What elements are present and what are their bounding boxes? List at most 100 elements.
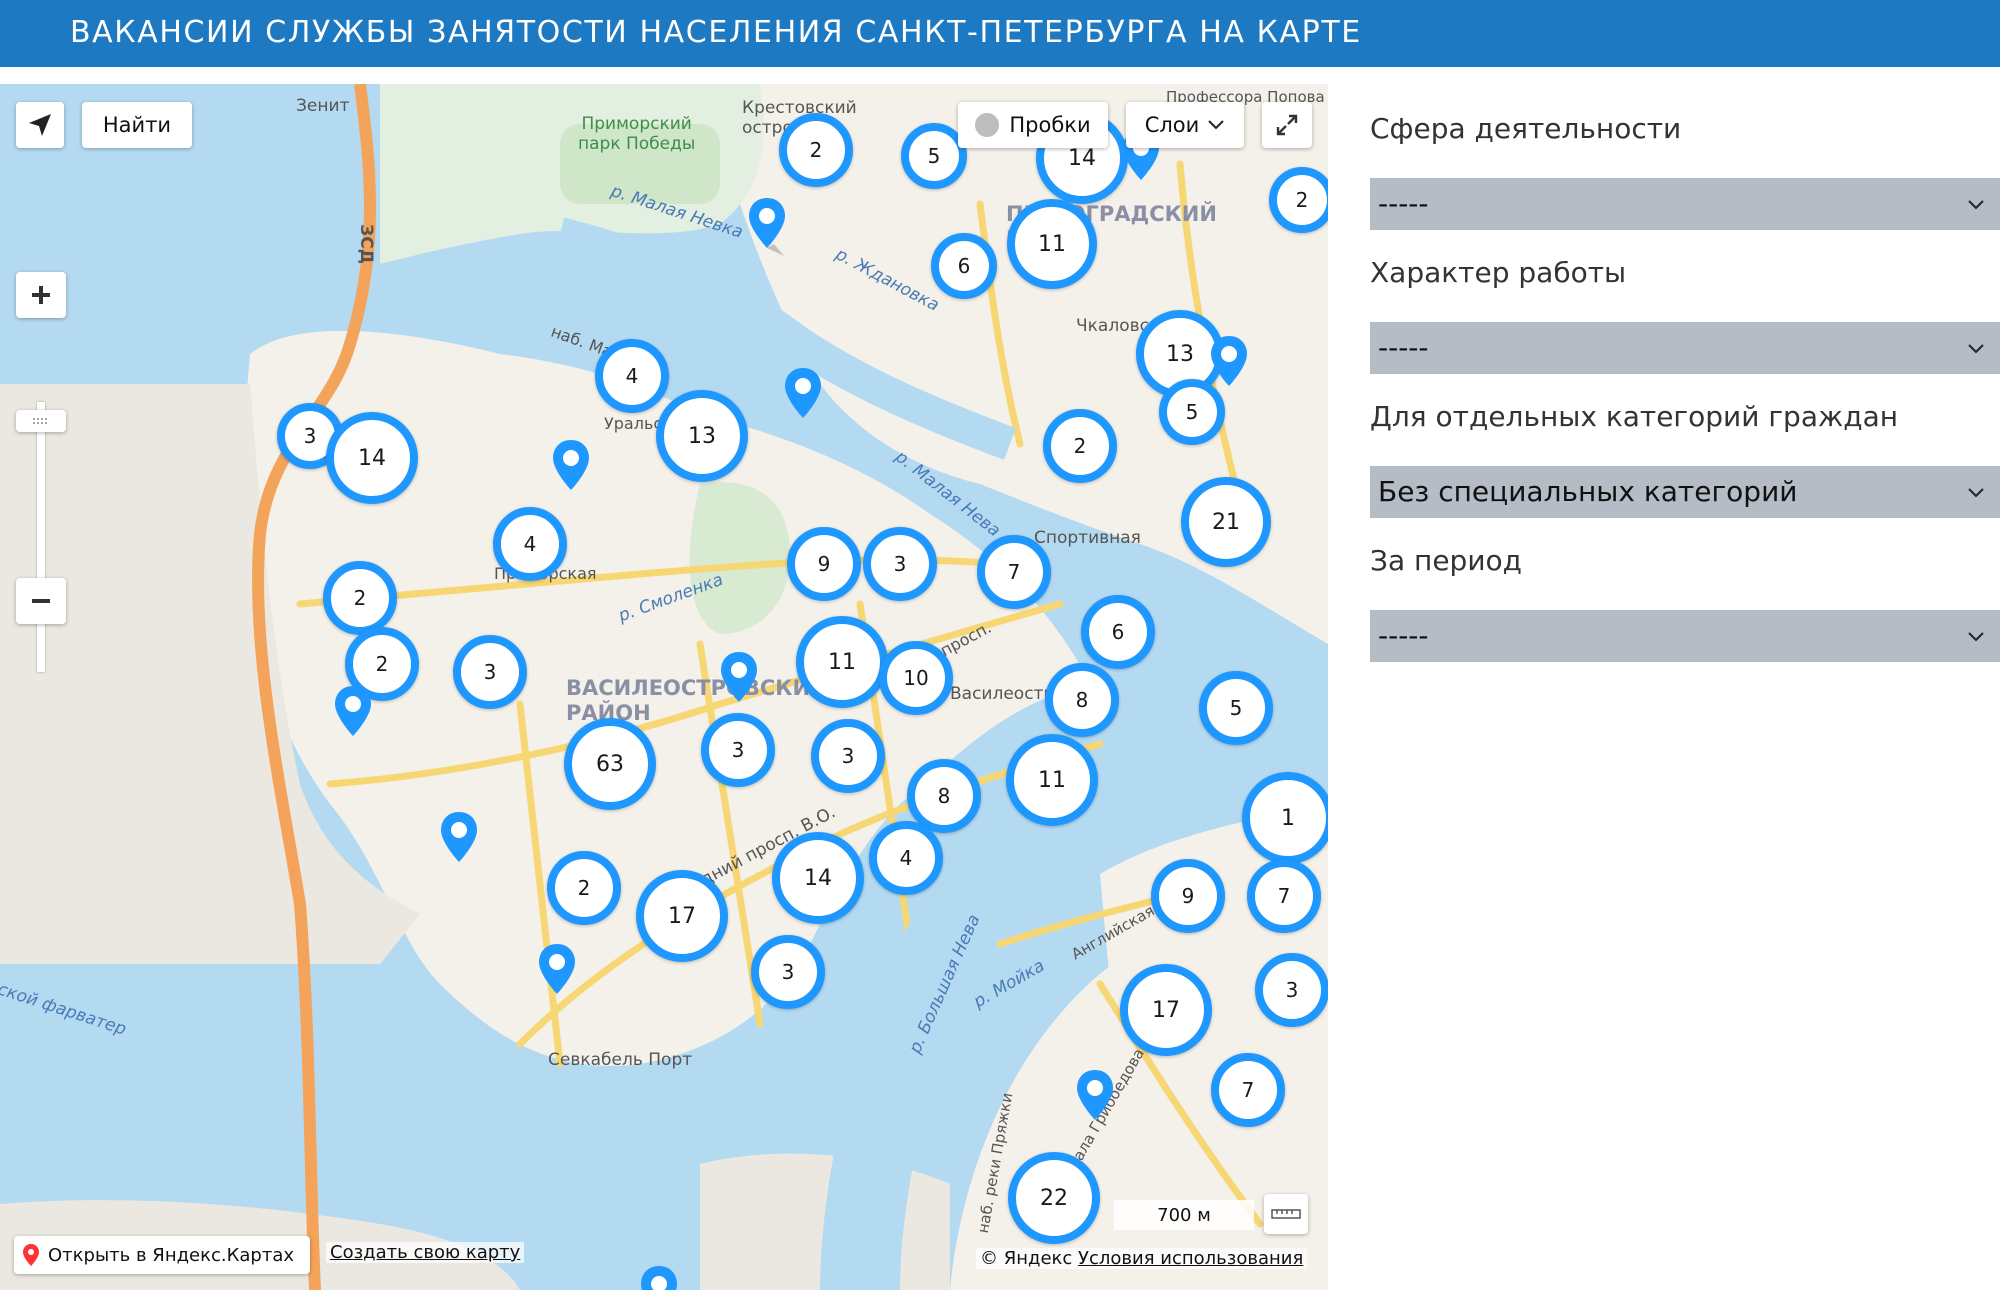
vacancy-cluster[interactable]: 2 bbox=[1269, 167, 1328, 233]
vacancy-cluster[interactable]: 9 bbox=[1151, 859, 1225, 933]
vacancy-cluster[interactable]: 3 bbox=[751, 935, 825, 1009]
vacancy-cluster[interactable]: 6 bbox=[931, 233, 997, 299]
filter-label-period: За период bbox=[1370, 544, 1523, 577]
map-label-sevkabel: Севкабель Порт bbox=[548, 1050, 693, 1070]
vacancy-cluster[interactable]: 8 bbox=[1045, 663, 1119, 737]
vacancy-cluster[interactable]: 22 bbox=[1008, 1152, 1100, 1244]
geolocation-button[interactable] bbox=[16, 102, 64, 148]
chevron-down-icon bbox=[1208, 120, 1225, 130]
create-map-link-wrap: Создать свою карту bbox=[326, 1242, 525, 1263]
map-pin-icon[interactable] bbox=[436, 810, 482, 872]
period-select-value: ----- bbox=[1378, 619, 1429, 652]
create-map-link[interactable]: Создать свою карту bbox=[330, 1242, 520, 1263]
vacancy-cluster[interactable]: 7 bbox=[1211, 1053, 1285, 1127]
copyright-bar: © Яндекс Условия использования bbox=[976, 1248, 1308, 1269]
vacancy-cluster[interactable]: 1 bbox=[1242, 772, 1328, 864]
vacancy-cluster[interactable]: 13 bbox=[656, 390, 748, 482]
scale-bar: 700 м bbox=[1114, 1200, 1254, 1230]
work-type-select-value: ----- bbox=[1378, 331, 1429, 364]
page-title: ВАКАНСИИ СЛУЖБЫ ЗАНЯТОСТИ НАСЕЛЕНИЯ САНК… bbox=[70, 15, 1362, 50]
vacancy-cluster[interactable]: 8 bbox=[907, 759, 981, 833]
vacancy-cluster[interactable]: 17 bbox=[636, 870, 728, 962]
map-pin-icon[interactable] bbox=[1072, 1068, 1118, 1130]
period-select[interactable]: ----- bbox=[1370, 610, 2000, 662]
fullscreen-button[interactable] bbox=[1262, 102, 1312, 148]
layers-button[interactable]: Слои bbox=[1126, 102, 1244, 148]
vacancy-cluster[interactable]: 6 bbox=[1081, 595, 1155, 669]
work-type-select[interactable]: ----- bbox=[1370, 322, 2000, 374]
vacancy-cluster[interactable]: 17 bbox=[1120, 964, 1212, 1056]
chevron-down-icon bbox=[1968, 632, 1984, 642]
traffic-button-label: Пробки bbox=[1009, 113, 1091, 137]
expand-icon bbox=[1276, 114, 1298, 136]
ruler-button[interactable] bbox=[1264, 1194, 1308, 1234]
map-pin-icon[interactable] bbox=[636, 1264, 682, 1290]
map-pin-icon[interactable] bbox=[548, 438, 594, 500]
vacancy-cluster[interactable]: 7 bbox=[1247, 859, 1321, 933]
map-label-zenit: Зенит bbox=[296, 96, 350, 116]
zoom-in-button[interactable] bbox=[16, 272, 66, 318]
traffic-light-icon bbox=[975, 113, 1000, 137]
vacancy-cluster[interactable]: 14 bbox=[326, 412, 418, 504]
vacancy-cluster[interactable]: 14 bbox=[772, 832, 864, 924]
map-pin-icon[interactable] bbox=[780, 366, 826, 428]
open-in-yandex-link[interactable]: Открыть в Яндекс.Картах bbox=[14, 1236, 310, 1274]
zoom-slider-handle[interactable] bbox=[16, 410, 66, 432]
categories-select[interactable]: Без специальных категорий bbox=[1370, 466, 2000, 518]
vacancy-cluster[interactable]: 2 bbox=[1043, 409, 1117, 483]
find-button[interactable]: Найти bbox=[82, 102, 192, 148]
chevron-down-icon bbox=[1968, 200, 1984, 210]
vacancy-cluster[interactable]: 4 bbox=[595, 339, 669, 413]
map-pin-icon[interactable] bbox=[716, 650, 762, 712]
vacancy-cluster[interactable]: 3 bbox=[863, 527, 937, 601]
chevron-down-icon bbox=[1968, 488, 1984, 498]
scale-label: 700 м bbox=[1157, 1204, 1211, 1226]
vacancy-cluster[interactable]: 21 bbox=[1181, 477, 1271, 567]
yandex-pin-icon bbox=[23, 1244, 39, 1266]
vacancy-cluster[interactable]: 11 bbox=[796, 616, 888, 708]
page-header: ВАКАНСИИ СЛУЖБЫ ЗАНЯТОСТИ НАСЕЛЕНИЯ САНК… bbox=[0, 0, 2000, 67]
minus-icon bbox=[32, 599, 50, 603]
map-label-zsd-top: ЗСД bbox=[355, 224, 376, 264]
sphere-select[interactable]: ----- bbox=[1370, 178, 2000, 230]
plus-icon bbox=[32, 286, 50, 304]
map-label-sportivnaya: Спортивная bbox=[1034, 528, 1141, 548]
vacancy-cluster[interactable]: 4 bbox=[869, 821, 943, 895]
filter-label-categories: Для отдельных категорий граждан bbox=[1370, 400, 1899, 433]
vacancy-cluster[interactable]: 11 bbox=[1006, 734, 1098, 826]
open-in-yandex-label: Открыть в Яндекс.Картах bbox=[48, 1244, 294, 1266]
map-pin-icon[interactable] bbox=[534, 942, 580, 1004]
categories-select-value: Без специальных категорий bbox=[1378, 475, 1798, 508]
vacancy-cluster[interactable]: 3 bbox=[811, 719, 885, 793]
vacancy-cluster[interactable]: 2 bbox=[779, 113, 853, 187]
vacancy-cluster[interactable]: 63 bbox=[564, 718, 656, 810]
vacancy-cluster[interactable]: 10 bbox=[879, 641, 953, 715]
zoom-slider-track[interactable] bbox=[37, 402, 45, 672]
sphere-select-value: ----- bbox=[1378, 187, 1429, 220]
map-pin-icon[interactable] bbox=[330, 684, 376, 746]
traffic-button[interactable]: Пробки bbox=[958, 102, 1108, 148]
vacancy-cluster[interactable]: 2 bbox=[323, 561, 397, 635]
vacancy-cluster[interactable]: 3 bbox=[453, 635, 527, 709]
location-arrow-icon bbox=[29, 114, 51, 136]
map-label-park: Приморский парк Победы bbox=[578, 114, 696, 154]
yandex-map[interactable]: Зенит Приморский парк Победы Крестовский… bbox=[0, 84, 1328, 1290]
vacancy-cluster[interactable]: 4 bbox=[493, 507, 567, 581]
vacancy-cluster[interactable]: 2 bbox=[547, 851, 621, 925]
map-pin-icon[interactable] bbox=[1206, 334, 1252, 396]
vacancy-cluster[interactable]: 9 bbox=[787, 527, 861, 601]
filter-label-work-type: Характер работы bbox=[1370, 256, 1627, 289]
vacancy-cluster[interactable]: 7 bbox=[977, 535, 1051, 609]
copyright-text: © Яндекс bbox=[980, 1248, 1073, 1269]
vacancy-cluster[interactable]: 5 bbox=[1199, 671, 1273, 745]
vacancy-cluster[interactable]: 11 bbox=[1007, 199, 1097, 289]
zoom-out-button[interactable] bbox=[16, 578, 66, 624]
map-pin-icon[interactable] bbox=[744, 196, 790, 258]
terms-link[interactable]: Условия использования bbox=[1078, 1248, 1303, 1269]
vacancy-cluster[interactable]: 3 bbox=[701, 713, 775, 787]
chevron-down-icon bbox=[1968, 344, 1984, 354]
layers-button-label: Слои bbox=[1144, 113, 1200, 137]
ruler-icon bbox=[1271, 1209, 1301, 1219]
vacancy-cluster[interactable]: 3 bbox=[1255, 953, 1328, 1027]
filter-label-sphere: Сфера деятельности bbox=[1370, 112, 1682, 145]
